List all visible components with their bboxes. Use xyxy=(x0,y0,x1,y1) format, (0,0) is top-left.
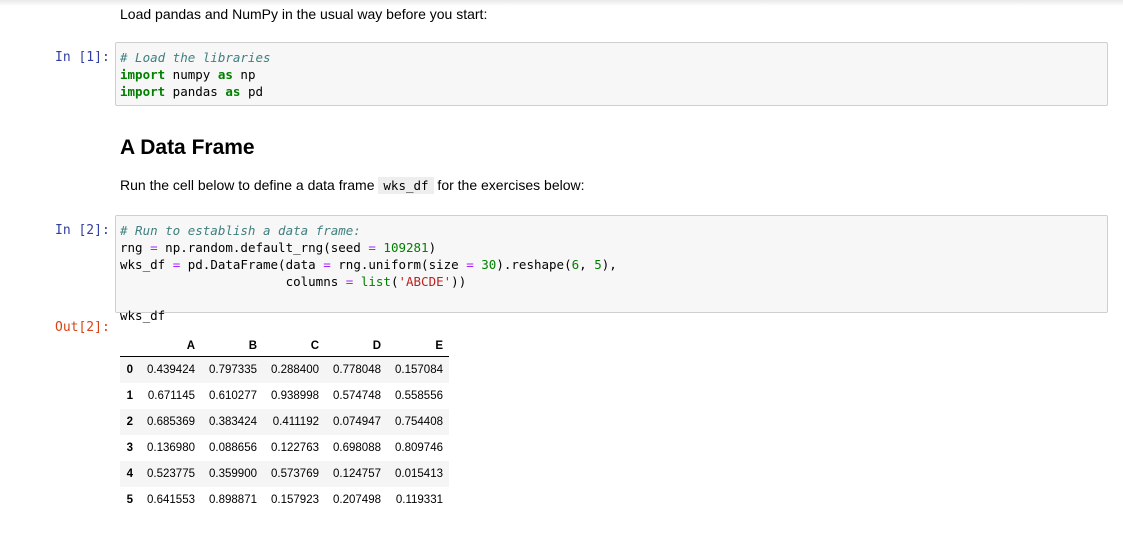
table-cell: 0.074947 xyxy=(333,415,381,428)
table-cell: 0.015413 xyxy=(395,467,443,480)
code-text: ).reshape( xyxy=(496,257,572,272)
code-text: ) xyxy=(428,240,437,255)
code-cell-2[interactable]: # Run to establish a data frame: rng = n… xyxy=(115,215,1108,323)
table-cell: 0.573769 xyxy=(271,467,319,480)
table-cell: 0.439424 xyxy=(147,363,195,376)
table-cell: 0.574748 xyxy=(333,389,381,402)
cell2-prompt: In [2]: xyxy=(55,223,110,238)
row-index: 4 xyxy=(126,467,133,480)
row-index: 1 xyxy=(126,389,133,402)
code-string: 'ABCDE' xyxy=(398,274,452,289)
table-header-row: A B C D E xyxy=(120,335,449,357)
code-operator: = xyxy=(323,257,331,272)
cell1-prompt: In [1]: xyxy=(55,50,110,65)
table-cell: 0.119331 xyxy=(395,493,443,506)
table-cell: 0.610277 xyxy=(209,389,257,402)
table-cell: 0.157084 xyxy=(395,363,443,376)
index-header xyxy=(120,335,139,357)
code-text: numpy xyxy=(165,67,218,82)
code-number: 5 xyxy=(594,257,602,272)
run-instructions: Run the cell below to define a data fram… xyxy=(120,177,585,194)
table-cell: 0.558556 xyxy=(395,389,443,402)
table-cell: 0.754408 xyxy=(395,415,443,428)
code-builtin: list xyxy=(360,274,391,289)
code-cell-1[interactable]: # Load the libraries import numpy as np … xyxy=(115,42,1108,106)
dataframe-table: A B C D E 0 0.439424 0.797335 0.288400 0… xyxy=(120,335,449,513)
code-keyword: as xyxy=(217,67,233,82)
code-keyword: import xyxy=(120,84,166,99)
code-text: )) xyxy=(451,274,467,289)
column-header: D xyxy=(325,335,387,357)
table-cell: 0.088656 xyxy=(209,441,257,454)
code-text: , xyxy=(579,257,595,272)
code-text: ), xyxy=(601,257,617,272)
inline-code-wks-df: wks_df xyxy=(378,177,434,194)
row-index: 0 xyxy=(126,363,133,376)
table-row: 3 0.136980 0.088656 0.122763 0.698088 0.… xyxy=(120,435,449,461)
table-cell: 0.809746 xyxy=(395,441,443,454)
column-header: C xyxy=(263,335,325,357)
table-cell: 0.207498 xyxy=(333,493,381,506)
code-operator: = xyxy=(368,240,376,255)
table-cell: 0.288400 xyxy=(271,363,319,376)
table-cell: 0.124757 xyxy=(333,467,381,480)
column-header: E xyxy=(387,335,449,357)
code-cell-1-source[interactable]: # Load the libraries import numpy as np … xyxy=(116,43,1107,100)
code-text: columns xyxy=(120,274,346,289)
table-cell: 0.383424 xyxy=(209,415,257,428)
row-index: 2 xyxy=(126,415,133,428)
code-comment: # Load the libraries xyxy=(120,50,271,65)
run-text-before: Run the cell below to define a data fram… xyxy=(120,177,379,193)
table-row: 0 0.439424 0.797335 0.288400 0.778048 0.… xyxy=(120,356,449,383)
table-cell: 0.136980 xyxy=(147,441,195,454)
table-cell: 0.122763 xyxy=(271,441,319,454)
column-header: B xyxy=(201,335,263,357)
table-cell: 0.359900 xyxy=(209,467,257,480)
code-text: pd xyxy=(240,84,264,99)
table-cell: 0.641553 xyxy=(147,493,195,506)
table-cell: 0.523775 xyxy=(147,467,195,480)
code-comment: # Run to establish a data frame: xyxy=(120,223,361,238)
code-text: rng.uniform(size xyxy=(330,257,467,272)
code-operator: = xyxy=(150,240,158,255)
section-title: A Data Frame xyxy=(120,136,255,159)
intro-text: Load pandas and NumPy in the usual way b… xyxy=(120,6,488,22)
table-cell: 0.778048 xyxy=(333,363,381,376)
table-cell: 0.685369 xyxy=(147,415,195,428)
column-header: A xyxy=(139,335,201,357)
out2-prompt: Out[2]: xyxy=(55,320,110,335)
code-text: wks_df xyxy=(120,257,173,272)
table-row: 4 0.523775 0.359900 0.573769 0.124757 0.… xyxy=(120,460,449,487)
run-text-after: for the exercises below: xyxy=(433,177,585,193)
code-text: np xyxy=(232,67,256,82)
code-text: wks_df xyxy=(120,308,166,323)
row-index: 3 xyxy=(126,441,133,454)
code-text: rng xyxy=(120,240,151,255)
code-keyword: as xyxy=(225,84,241,99)
code-text: np.random.default_rng(seed xyxy=(157,240,369,255)
row-index: 5 xyxy=(126,493,133,506)
code-text: pandas xyxy=(165,84,226,99)
table-cell: 0.898871 xyxy=(209,493,257,506)
table-row: 1 0.671145 0.610277 0.938998 0.574748 0.… xyxy=(120,383,449,409)
code-text: pd.DataFrame(data xyxy=(180,257,324,272)
table-cell: 0.938998 xyxy=(271,389,319,402)
table-cell: 0.797335 xyxy=(209,363,257,376)
table-cell: 0.157923 xyxy=(271,493,319,506)
table-cell: 0.698088 xyxy=(333,441,381,454)
code-number: 6 xyxy=(571,257,580,272)
table-cell: 0.671145 xyxy=(147,389,195,402)
table-row: 2 0.685369 0.383424 0.411192 0.074947 0.… xyxy=(120,408,449,435)
code-cell-2-source[interactable]: # Run to establish a data frame: rng = n… xyxy=(116,216,1107,324)
code-operator: = xyxy=(466,257,474,272)
code-number: 30 xyxy=(481,257,497,272)
code-keyword: import xyxy=(120,67,166,82)
table-cell: 0.411192 xyxy=(272,415,319,428)
code-number: 109281 xyxy=(383,240,429,255)
table-row: 5 0.641553 0.898871 0.157923 0.207498 0.… xyxy=(120,487,449,513)
